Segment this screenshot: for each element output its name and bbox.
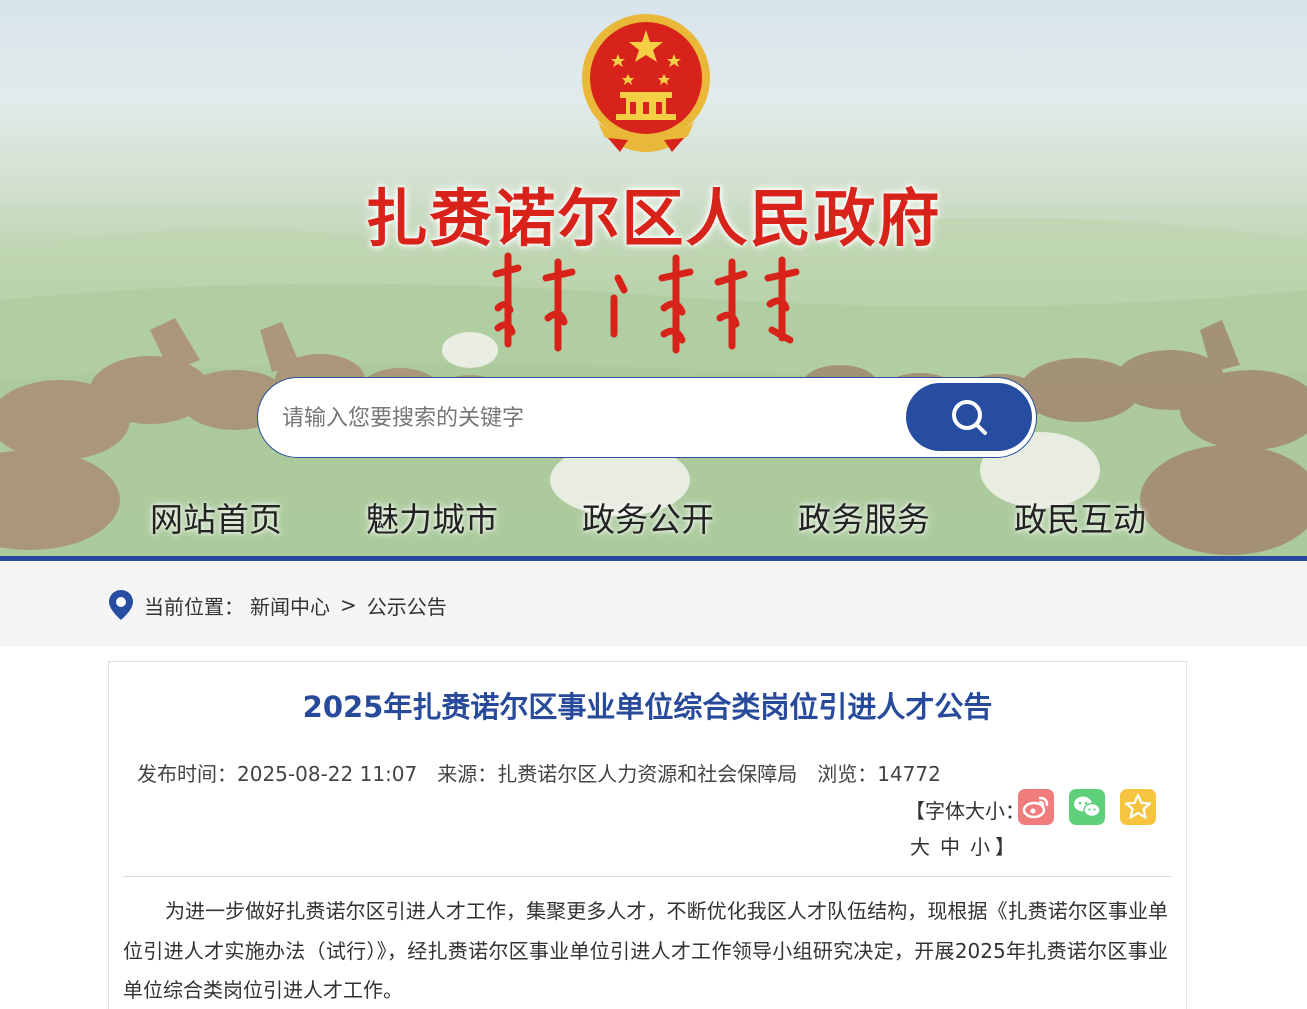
breadcrumb-bar: 当前位置： 新闻中心 > 公示公告 (0, 561, 1307, 646)
search-icon (952, 400, 987, 435)
weibo-icon (1022, 796, 1049, 819)
search-bar (257, 377, 1037, 458)
views-label: 浏览： (817, 762, 878, 786)
article-divider (123, 876, 1172, 877)
search-button[interactable] (906, 383, 1032, 451)
breadcrumb-prefix: 当前位置： (144, 594, 244, 619)
views-count: 14772 (877, 762, 941, 786)
header-banner: 扎赉诺尔区人民政府 网站首页 魅力城市 政务公开 政务服务 政民互动 (0, 0, 1307, 556)
share-wechat-button[interactable] (1069, 789, 1105, 825)
font-size-medium[interactable]: 中 (940, 835, 960, 859)
mongolian-script-icon (492, 252, 800, 354)
nav-item-interaction[interactable]: 政民互动 (972, 492, 1188, 548)
favorite-star-icon (1124, 793, 1152, 819)
nav-item-home[interactable]: 网站首页 (108, 492, 324, 548)
font-size-small[interactable]: 小 (970, 835, 990, 859)
font-size-label: 【字体大小： (905, 799, 1025, 823)
font-size-close: 】 (995, 835, 1015, 859)
search-input[interactable] (282, 396, 882, 440)
publish-label: 发布时间： (137, 762, 237, 786)
favorite-button[interactable] (1120, 789, 1156, 825)
main-nav: 网站首页 魅力城市 政务公开 政务服务 政民互动 (108, 492, 1198, 548)
nav-item-gov-service[interactable]: 政务服务 (756, 492, 972, 548)
font-size-large[interactable]: 大 (910, 835, 930, 859)
location-pin-icon (109, 590, 133, 620)
breadcrumb: 当前位置： 新闻中心 > 公示公告 (108, 589, 453, 621)
article-panel: 2025年扎赉诺尔区事业单位综合类岗位引进人才公告 发布时间：2025-08-2… (108, 661, 1187, 1009)
nav-item-gov-open[interactable]: 政务公开 (540, 492, 756, 548)
national-emblem-icon (582, 14, 710, 152)
source-label: 来源： (437, 762, 498, 786)
breadcrumb-separator: > (340, 593, 357, 617)
source-value: 扎赉诺尔区人力资源和社会保障局 (497, 762, 798, 786)
nav-item-charm-city[interactable]: 魅力城市 (324, 492, 540, 548)
article-meta: 发布时间：2025-08-22 11:07 来源：扎赉诺尔区人力资源和社会保障局浏… (137, 758, 941, 787)
share-weibo-button[interactable] (1018, 789, 1054, 825)
site-title: 扎赉诺尔区人民政府 (365, 182, 942, 255)
publish-time: 2025-08-22 11:07 (237, 762, 418, 786)
wechat-icon (1074, 796, 1101, 818)
article-body-paragraph: 为进一步做好扎赉诺尔区引进人才工作，集聚更多人才，不断优化我区人才队伍结构，现根… (123, 899, 1168, 1002)
article-title: 2025年扎赉诺尔区事业单位综合类岗位引进人才公告 (302, 690, 993, 724)
breadcrumb-news-center[interactable]: 新闻中心 (250, 591, 330, 620)
breadcrumb-notices[interactable]: 公示公告 (367, 591, 447, 620)
